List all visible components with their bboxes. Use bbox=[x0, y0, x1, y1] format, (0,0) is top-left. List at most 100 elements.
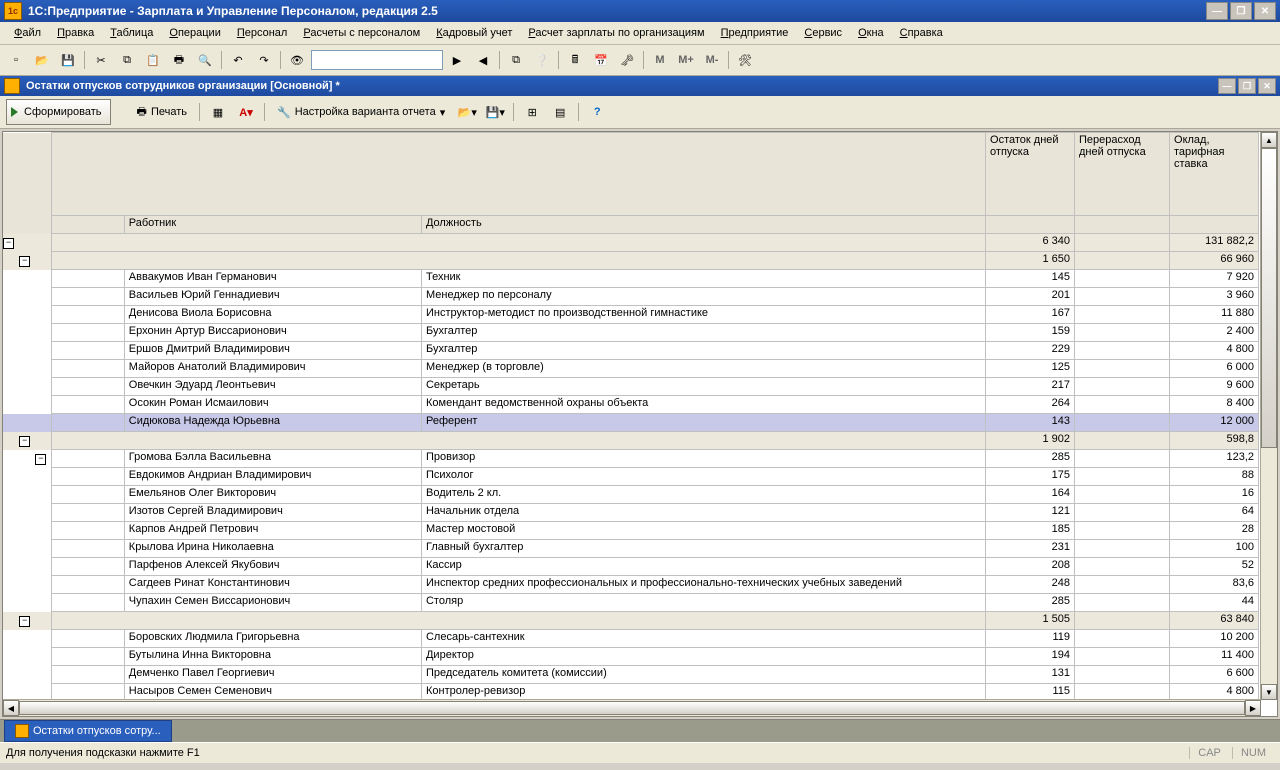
m-minus-icon[interactable]: M- bbox=[700, 48, 724, 72]
font-icon[interactable]: A▾ bbox=[234, 100, 258, 124]
copy-icon[interactable]: ⧉ bbox=[115, 48, 139, 72]
layout-icon[interactable]: ▦ bbox=[206, 100, 230, 124]
table-row[interactable]: Изотов Сергей ВладимировичНачальник отде… bbox=[3, 504, 1259, 522]
outline-toggle[interactable]: − bbox=[19, 616, 30, 627]
table-row[interactable]: Сагдеев Ринат КонстантиновичИнспектор ср… bbox=[3, 576, 1259, 594]
table-row[interactable]: Насыров Семен СеменовичКонтролер-ревизор… bbox=[3, 684, 1259, 701]
close-button[interactable]: ✕ bbox=[1254, 2, 1276, 20]
minimize-button[interactable]: — bbox=[1206, 2, 1228, 20]
find-icon[interactable]: 👁 bbox=[285, 48, 309, 72]
table-row[interactable]: Карпов Андрей ПетровичМастер мостовой185… bbox=[3, 522, 1259, 540]
m-icon[interactable]: M bbox=[648, 48, 672, 72]
m-plus-icon[interactable]: M+ bbox=[674, 48, 698, 72]
menubar: ФайлПравкаТаблицаОперацииПерсоналРасчеты… bbox=[0, 22, 1280, 45]
menu-item[interactable]: Файл bbox=[6, 25, 49, 41]
help-obj-icon[interactable]: ❔ bbox=[530, 48, 554, 72]
open-icon[interactable]: 📂 bbox=[30, 48, 54, 72]
table-row[interactable]: Сидюкова Надежда ЮрьевнаРеферент14312 00… bbox=[3, 414, 1259, 432]
cut-icon[interactable]: ✂ bbox=[89, 48, 113, 72]
outline-toggle[interactable]: − bbox=[35, 454, 46, 465]
save-icon[interactable]: 💾 bbox=[56, 48, 80, 72]
table-row[interactable]: Боровских Людмила ГригорьевнаСлесарь-сан… bbox=[3, 630, 1259, 648]
grid-icon[interactable]: ⊞ bbox=[520, 100, 544, 124]
status-hint: Для получения подсказки нажмите F1 bbox=[6, 747, 1189, 759]
table-row[interactable]: Крылова Ирина НиколаевнаГлавный бухгалте… bbox=[3, 540, 1259, 558]
print-icon[interactable]: 🖶 bbox=[167, 48, 191, 72]
table-row[interactable]: Денисова Виола БорисовнаИнструктор-метод… bbox=[3, 306, 1259, 324]
redo-icon[interactable]: ↷ bbox=[252, 48, 276, 72]
print-label: Печать bbox=[151, 106, 187, 118]
table-row[interactable]: −Громова Бэлла ВасильевнаПровизор285123,… bbox=[3, 450, 1259, 468]
doc-restore-button[interactable]: ❐ bbox=[1238, 78, 1256, 94]
menu-item[interactable]: Справка bbox=[892, 25, 951, 41]
save-variant-icon[interactable]: 💾▾ bbox=[483, 100, 507, 124]
horizontal-scrollbar[interactable]: ◀ ▶ bbox=[3, 699, 1261, 716]
wrench-icon: 🔧 bbox=[277, 106, 291, 119]
calendar-icon[interactable]: 📅 bbox=[589, 48, 613, 72]
table-row[interactable]: Емельянов Олег ВикторовичВодитель 2 кл.1… bbox=[3, 486, 1259, 504]
open-variant-icon[interactable]: 📂▾ bbox=[455, 100, 479, 124]
report-grid[interactable]: Остаток дней отпускаПерерасход дней отпу… bbox=[3, 132, 1259, 700]
undo-icon[interactable]: ↶ bbox=[226, 48, 250, 72]
print-button[interactable]: 🖶 Печать bbox=[131, 100, 193, 124]
window-tabs-bar: Остатки отпусков сотру... bbox=[0, 719, 1280, 742]
window-tab-label: Остатки отпусков сотру... bbox=[33, 725, 161, 737]
menu-item[interactable]: Расчет зарплаты по организациям bbox=[520, 25, 712, 41]
props-icon[interactable]: ▤ bbox=[548, 100, 572, 124]
table-row[interactable]: Овечкин Эдуард ЛеонтьевичСекретарь2179 6… bbox=[3, 378, 1259, 396]
help-icon[interactable]: ? bbox=[585, 100, 609, 124]
window-tab[interactable]: Остатки отпусков сотру... bbox=[4, 720, 172, 742]
menu-item[interactable]: Сервис bbox=[796, 25, 850, 41]
new-doc-icon[interactable]: ▫ bbox=[4, 48, 28, 72]
search-combo[interactable] bbox=[311, 50, 443, 70]
outline-toggle[interactable]: − bbox=[19, 436, 30, 447]
table-row[interactable]: Бутылина Инна ВикторовнаДиректор19411 40… bbox=[3, 648, 1259, 666]
calc-icon[interactable]: 🖩 bbox=[563, 48, 587, 72]
document-titlebar: Остатки отпусков сотрудников организации… bbox=[0, 76, 1280, 96]
find-next-icon[interactable]: ▶ bbox=[445, 48, 469, 72]
scroll-down-button[interactable]: ▼ bbox=[1261, 684, 1277, 700]
menu-item[interactable]: Правка bbox=[49, 25, 102, 41]
table-row[interactable]: Чупахин Семен ВиссарионовичСтоляр28544 bbox=[3, 594, 1259, 612]
status-cap: CAP bbox=[1189, 747, 1229, 759]
table-row[interactable]: Евдокимов Андриан ВладимировичПсихолог17… bbox=[3, 468, 1259, 486]
generate-button[interactable]: Сформировать bbox=[6, 99, 111, 125]
menu-item[interactable]: Таблица bbox=[102, 25, 161, 41]
tools-icon[interactable]: 🛠 bbox=[733, 48, 757, 72]
vertical-scrollbar[interactable]: ▲ ▼ bbox=[1260, 132, 1277, 700]
scroll-up-button[interactable]: ▲ bbox=[1261, 132, 1277, 148]
table-row[interactable]: Ершов Дмитрий ВладимировичБухгалтер2294 … bbox=[3, 342, 1259, 360]
tab-logo-icon bbox=[15, 724, 29, 738]
outline-toggle[interactable]: − bbox=[3, 238, 14, 249]
table-row[interactable]: Аввакумов Иван ГермановичТехник1457 920 bbox=[3, 270, 1259, 288]
menu-item[interactable]: Операции bbox=[161, 25, 228, 41]
doc-close-button[interactable]: ✕ bbox=[1258, 78, 1276, 94]
table-row[interactable]: Ерхонин Артур ВиссарионовичБухгалтер1592… bbox=[3, 324, 1259, 342]
menu-item[interactable]: Кадровый учет bbox=[428, 25, 520, 41]
main-toolbar: ▫ 📂 💾 ✂ ⧉ 📋 🖶 🔍 ↶ ↷ 👁 ▶ ◀ ⧉ ❔ 🖩 📅 🗝 M M+… bbox=[0, 45, 1280, 76]
preview-icon[interactable]: 🔍 bbox=[193, 48, 217, 72]
paste-icon[interactable]: 📋 bbox=[141, 48, 165, 72]
table-row[interactable]: Осокин Роман ИсмаиловичКомендант ведомст… bbox=[3, 396, 1259, 414]
doc-minimize-button[interactable]: — bbox=[1218, 78, 1236, 94]
copy-obj-icon[interactable]: ⧉ bbox=[504, 48, 528, 72]
menu-item[interactable]: Окна bbox=[850, 25, 892, 41]
outline-toggle[interactable]: − bbox=[19, 256, 30, 267]
restore-button[interactable]: ❐ bbox=[1230, 2, 1252, 20]
menu-item[interactable]: Предприятие bbox=[713, 25, 797, 41]
menu-item[interactable]: Расчеты с персоналом bbox=[295, 25, 428, 41]
window-title: 1С:Предприятие - Зарплата и Управление П… bbox=[28, 4, 1206, 18]
statusbar: Для получения подсказки нажмите F1 CAP N… bbox=[0, 742, 1280, 763]
find-prev-icon[interactable]: ◀ bbox=[471, 48, 495, 72]
table-row[interactable]: Майоров Анатолий ВладимировичМенеджер (в… bbox=[3, 360, 1259, 378]
table-row[interactable]: Демченко Павел ГеоргиевичПредседатель ко… bbox=[3, 666, 1259, 684]
table-row[interactable]: Васильев Юрий ГеннадиевичМенеджер по пер… bbox=[3, 288, 1259, 306]
scroll-left-button[interactable]: ◀ bbox=[3, 700, 19, 716]
table-row[interactable]: Парфенов Алексей ЯкубовичКассир20852 bbox=[3, 558, 1259, 576]
key-icon[interactable]: 🗝 bbox=[615, 48, 639, 72]
variant-settings-button[interactable]: 🔧 Настройка варианта отчета ▾ bbox=[271, 100, 451, 124]
menu-item[interactable]: Персонал bbox=[229, 25, 296, 41]
status-num: NUM bbox=[1232, 747, 1274, 759]
scroll-right-button[interactable]: ▶ bbox=[1245, 700, 1261, 716]
document-title: Остатки отпусков сотрудников организации… bbox=[26, 80, 1218, 92]
